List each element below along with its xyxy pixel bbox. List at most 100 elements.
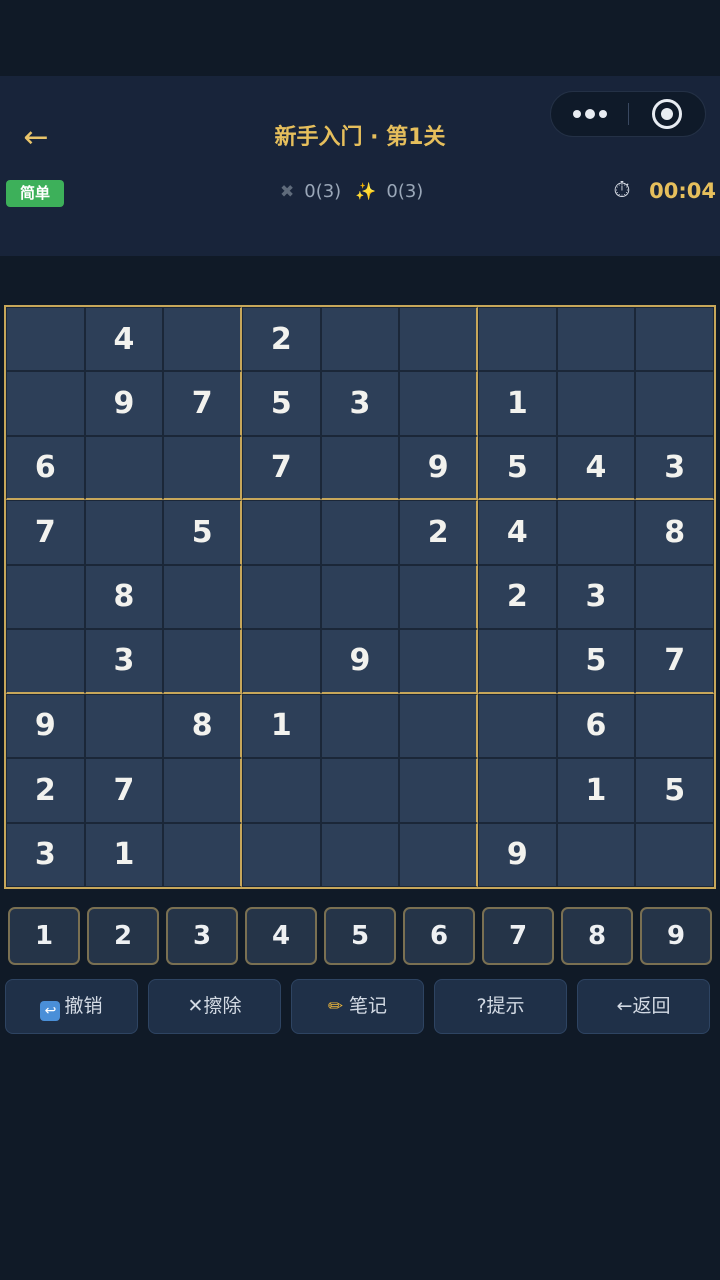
hints-sparkle-icon: ✨ [355, 182, 377, 202]
sudoku-cell[interactable] [399, 629, 478, 694]
return-button[interactable]: ←返回 [577, 979, 710, 1034]
sudoku-cell[interactable]: 2 [6, 758, 85, 823]
sudoku-cell[interactable] [399, 758, 478, 823]
number-key[interactable]: 1 [8, 907, 80, 965]
sudoku-cell[interactable]: 7 [6, 500, 85, 565]
sudoku-cell[interactable] [320, 307, 400, 372]
sudoku-cell[interactable]: 9 [320, 629, 400, 694]
sudoku-cell[interactable]: 3 [556, 564, 636, 630]
hint-button[interactable]: ?提示 [434, 979, 567, 1034]
sudoku-cell[interactable] [399, 564, 478, 630]
sudoku-cell[interactable]: 1 [84, 822, 164, 887]
sudoku-cell[interactable] [320, 564, 400, 630]
sudoku-cell[interactable] [163, 435, 242, 501]
stats-row: ✖ 0(3) ✨ 0(3) [280, 178, 423, 206]
sudoku-cell[interactable]: 5 [477, 435, 557, 501]
sudoku-cell[interactable]: 8 [163, 693, 242, 759]
sudoku-cell[interactable]: 5 [635, 758, 714, 823]
sudoku-cell[interactable]: 7 [163, 371, 242, 436]
undo-button[interactable]: ↩ 撤销 [5, 979, 138, 1034]
more-dots-icon[interactable] [551, 92, 628, 136]
sudoku-cell[interactable] [6, 371, 85, 436]
sudoku-cell[interactable] [635, 371, 714, 436]
sudoku-cell[interactable] [241, 500, 321, 565]
sudoku-cell[interactable]: 3 [320, 371, 400, 436]
sudoku-cell[interactable]: 4 [556, 435, 636, 501]
sudoku-cell[interactable]: 5 [556, 629, 636, 694]
number-key[interactable]: 5 [324, 907, 396, 965]
sudoku-cell[interactable] [635, 822, 714, 887]
sudoku-cell[interactable]: 4 [84, 307, 164, 372]
sudoku-cell[interactable]: 9 [6, 693, 85, 759]
sudoku-cell[interactable] [635, 693, 714, 759]
sudoku-cell[interactable] [477, 307, 557, 372]
sudoku-cell[interactable]: 3 [635, 435, 714, 501]
sudoku-cell[interactable] [320, 435, 400, 501]
sudoku-cell[interactable]: 5 [163, 500, 242, 565]
number-key[interactable]: 4 [245, 907, 317, 965]
sudoku-cell[interactable] [399, 371, 478, 436]
sudoku-cell[interactable] [163, 564, 242, 630]
sudoku-cell[interactable] [556, 822, 636, 887]
sudoku-cell[interactable]: 3 [6, 822, 85, 887]
sudoku-cell[interactable] [6, 629, 85, 694]
number-key[interactable]: 6 [403, 907, 475, 965]
sudoku-cell[interactable] [241, 629, 321, 694]
sudoku-cell[interactable] [320, 693, 400, 759]
sudoku-cell[interactable] [320, 500, 400, 565]
sudoku-cell[interactable]: 9 [399, 435, 478, 501]
sudoku-cell[interactable] [320, 758, 400, 823]
sudoku-cell[interactable] [399, 822, 478, 887]
target-icon[interactable] [629, 92, 705, 136]
number-key[interactable]: 7 [482, 907, 554, 965]
sudoku-cell[interactable]: 7 [241, 435, 321, 501]
number-key[interactable]: 9 [640, 907, 712, 965]
sudoku-cell[interactable] [635, 307, 714, 372]
sudoku-cell[interactable] [163, 307, 242, 372]
sudoku-cell[interactable] [477, 693, 557, 759]
sudoku-cell[interactable] [84, 693, 164, 759]
sudoku-cell[interactable] [84, 435, 164, 501]
sudoku-cell[interactable] [163, 822, 242, 887]
sudoku-cell[interactable]: 8 [84, 564, 164, 630]
sudoku-cell[interactable] [163, 758, 242, 823]
sudoku-cell[interactable]: 1 [477, 371, 557, 436]
sudoku-cell[interactable] [477, 758, 557, 823]
sudoku-cell[interactable]: 9 [84, 371, 164, 436]
sudoku-cell[interactable] [399, 693, 478, 759]
sudoku-cell[interactable] [556, 371, 636, 436]
sudoku-cell[interactable]: 1 [241, 693, 321, 759]
sudoku-cell[interactable] [477, 629, 557, 694]
sudoku-cell[interactable] [241, 758, 321, 823]
number-key[interactable]: 3 [166, 907, 238, 965]
sudoku-cell[interactable]: 4 [477, 500, 557, 565]
erase-button[interactable]: ✕擦除 [148, 979, 281, 1034]
sudoku-cell[interactable] [320, 822, 400, 887]
sudoku-cell[interactable]: 2 [477, 564, 557, 630]
sudoku-cell[interactable] [163, 629, 242, 694]
sudoku-cell[interactable] [241, 822, 321, 887]
sudoku-cell[interactable]: 6 [556, 693, 636, 759]
sudoku-cell[interactable] [399, 307, 478, 372]
sudoku-cell[interactable] [556, 307, 636, 372]
sudoku-cell[interactable]: 9 [477, 822, 557, 887]
sudoku-cell[interactable]: 7 [635, 629, 714, 694]
sudoku-cell[interactable]: 1 [556, 758, 636, 823]
sudoku-cell[interactable]: 7 [84, 758, 164, 823]
sudoku-cell[interactable] [241, 564, 321, 630]
sudoku-cell[interactable]: 2 [241, 307, 321, 372]
sudoku-cell[interactable] [6, 564, 85, 630]
number-key[interactable]: 2 [87, 907, 159, 965]
back-arrow-icon[interactable]: ← [16, 118, 56, 158]
sudoku-cell[interactable]: 6 [6, 435, 85, 501]
sudoku-cell[interactable]: 2 [399, 500, 478, 565]
sudoku-cell[interactable]: 5 [241, 371, 321, 436]
sudoku-cell[interactable] [635, 564, 714, 630]
sudoku-cell[interactable] [556, 500, 636, 565]
number-key[interactable]: 8 [561, 907, 633, 965]
sudoku-cell[interactable] [84, 500, 164, 565]
sudoku-cell[interactable]: 3 [84, 629, 164, 694]
sudoku-cell[interactable] [6, 307, 85, 372]
notes-button[interactable]: ✏ 笔记 [291, 979, 424, 1034]
sudoku-cell[interactable]: 8 [635, 500, 714, 565]
